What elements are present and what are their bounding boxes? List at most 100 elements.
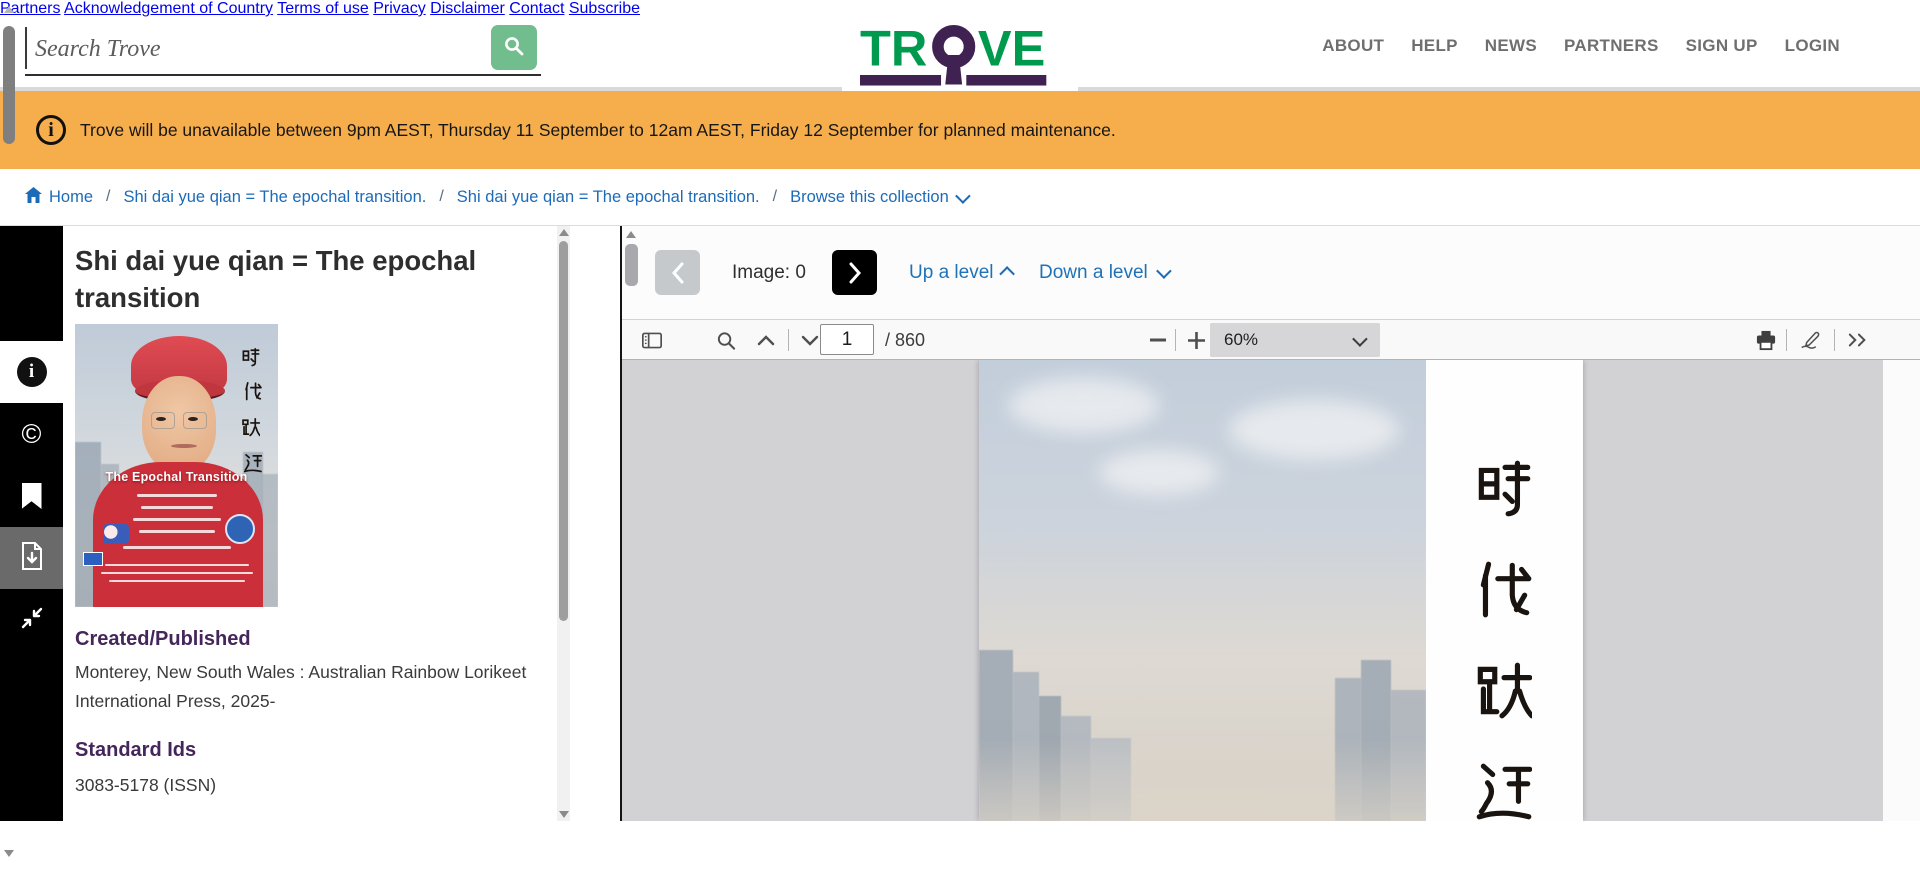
eyebrow bbox=[980, 360, 1425, 379]
eyebrow bbox=[980, 360, 1425, 379]
print-button[interactable] bbox=[1750, 324, 1782, 356]
footer-subscribe[interactable]: Subscribe bbox=[569, 0, 640, 17]
breadcrumb-separator: / bbox=[773, 188, 777, 206]
chevron-down-icon bbox=[1352, 331, 1368, 347]
scroll-down-arrow-icon[interactable] bbox=[4, 850, 14, 857]
breadcrumb-browse-collection[interactable]: Browse this collection bbox=[790, 188, 967, 207]
copyright-button[interactable]: © bbox=[0, 403, 63, 465]
scroll-up-arrow-icon[interactable] bbox=[559, 229, 569, 236]
footer-terms[interactable]: Terms of use bbox=[277, 0, 369, 17]
standard-ids-heading: Standard Ids bbox=[75, 739, 196, 762]
breadcrumb-item-1[interactable]: Shi dai yue qian = The epochal transitio… bbox=[123, 188, 426, 207]
information-tab-button[interactable]: i bbox=[0, 341, 63, 403]
footer-contact[interactable]: Contact bbox=[509, 0, 564, 17]
next-image-button[interactable] bbox=[832, 250, 877, 295]
bookmark-icon bbox=[22, 483, 42, 509]
footer-acknowledgement[interactable]: Acknowledgement of Country bbox=[64, 0, 273, 17]
trove-logo-graphic: TR VE bbox=[860, 21, 1060, 89]
standard-id-other: ISSN/NNS0005 (Other) bbox=[75, 814, 257, 821]
thumbnail-cover-title: The Epochal Transition bbox=[75, 470, 278, 484]
logo-letters-tr: TR bbox=[860, 21, 927, 77]
chevron-up-icon bbox=[757, 335, 775, 346]
pdf-toolbar: / 860 60% bbox=[622, 319, 1920, 360]
toolbar-separator bbox=[1175, 329, 1176, 351]
cover-photo bbox=[979, 360, 1426, 821]
breadcrumb-item-2[interactable]: Shi dai yue qian = The epochal transitio… bbox=[457, 188, 760, 207]
calligraphy-character bbox=[1474, 455, 1532, 521]
viewer-scrollbar-thumb[interactable] bbox=[625, 244, 638, 286]
more-tools-button[interactable] bbox=[1842, 324, 1874, 356]
find-in-document-button[interactable] bbox=[710, 324, 742, 356]
panel-scrollbar[interactable] bbox=[557, 226, 570, 821]
footer-privacy[interactable]: Privacy bbox=[373, 0, 425, 17]
bookmark-button[interactable] bbox=[0, 465, 63, 527]
trove-logo[interactable]: TR VE bbox=[842, 0, 1078, 91]
search-input[interactable] bbox=[33, 28, 457, 70]
paw-logo bbox=[103, 524, 129, 544]
search-icon bbox=[716, 330, 736, 351]
round-emblem bbox=[225, 514, 255, 544]
calligraphy-character bbox=[243, 380, 262, 402]
main-content: i © Shi d bbox=[0, 225, 1920, 820]
page-total: / 860 bbox=[885, 320, 925, 360]
home-icon bbox=[25, 187, 42, 208]
logo-underline-right bbox=[966, 75, 1046, 86]
chevron-right-icon bbox=[847, 262, 863, 284]
collapse-button[interactable] bbox=[0, 589, 63, 651]
viewer-navigation: Image: 0 Up a level Down a level bbox=[622, 226, 1920, 319]
chevron-down-icon bbox=[801, 335, 819, 346]
info-icon: i bbox=[36, 115, 66, 145]
created-published-text: Monterey, New South Wales : Australian R… bbox=[75, 658, 555, 716]
zoom-out-button[interactable] bbox=[1142, 324, 1174, 356]
nav-login[interactable]: LOGIN bbox=[1785, 36, 1840, 56]
maintenance-banner: i Trove will be unavailable between 9pm … bbox=[0, 91, 1920, 169]
zoom-in-button[interactable] bbox=[1180, 324, 1212, 356]
image-counter: Image: 0 bbox=[732, 250, 806, 295]
browser-scrollbar-thumb[interactable] bbox=[3, 26, 15, 144]
work-details-panel: Shi dai yue qian = The epochal transitio… bbox=[63, 226, 620, 821]
double-chevron-right-icon bbox=[1848, 332, 1868, 348]
print-icon bbox=[1756, 330, 1776, 351]
image-viewer: Image: 0 Up a level Down a level bbox=[620, 226, 1920, 821]
scroll-up-arrow-icon[interactable] bbox=[4, 6, 14, 13]
previous-image-button[interactable] bbox=[655, 250, 700, 295]
calligraphy-character bbox=[241, 346, 260, 368]
page-image bbox=[979, 360, 1583, 821]
down-a-level-label: Down a level bbox=[1039, 262, 1148, 284]
sidebar-toggle-button[interactable] bbox=[636, 324, 668, 356]
toolbar-separator bbox=[1786, 329, 1787, 351]
page-number-input[interactable] bbox=[820, 324, 874, 355]
minus-icon bbox=[1150, 338, 1166, 342]
nav-help[interactable]: HELP bbox=[1411, 36, 1458, 56]
nav-news[interactable]: NEWS bbox=[1485, 36, 1537, 56]
panel-scrollbar-thumb[interactable] bbox=[559, 241, 568, 621]
calligraphy-strip bbox=[1426, 360, 1583, 821]
chevron-left-icon bbox=[670, 262, 686, 284]
scroll-up-arrow-icon[interactable] bbox=[626, 231, 636, 238]
nav-about[interactable]: ABOUT bbox=[1322, 36, 1384, 56]
flag-logo bbox=[83, 552, 103, 566]
search-button[interactable] bbox=[491, 25, 537, 70]
work-title: Shi dai yue qian = The epochal transitio… bbox=[75, 242, 505, 316]
download-button[interactable] bbox=[0, 527, 63, 589]
browse-collection-label: Browse this collection bbox=[790, 188, 949, 207]
standard-id-issn: 3083-5178 (ISSN) bbox=[75, 771, 216, 800]
copyright-icon: © bbox=[22, 421, 42, 448]
info-icon: i bbox=[17, 357, 47, 387]
footer-disclaimer[interactable]: Disclaimer bbox=[430, 0, 505, 17]
down-a-level-link[interactable]: Down a level bbox=[1039, 250, 1168, 295]
zoom-level-select[interactable]: 60% bbox=[1210, 323, 1380, 357]
nav-partners[interactable]: PARTNERS bbox=[1564, 36, 1659, 56]
annotate-button[interactable] bbox=[1794, 324, 1826, 356]
previous-page-button[interactable] bbox=[750, 324, 782, 356]
nav-signup[interactable]: SIGN UP bbox=[1686, 36, 1758, 56]
breadcrumb-home-label: Home bbox=[49, 188, 93, 207]
breadcrumb-home[interactable]: Home bbox=[25, 187, 93, 208]
chevron-down-icon bbox=[1156, 263, 1172, 279]
chevron-down-icon bbox=[955, 188, 971, 204]
work-thumbnail: The Epochal Transition bbox=[75, 324, 278, 607]
tool-rail: i © bbox=[0, 226, 63, 821]
viewer-canvas bbox=[622, 360, 1883, 821]
scroll-down-arrow-icon[interactable] bbox=[559, 811, 569, 818]
up-a-level-link[interactable]: Up a level bbox=[909, 250, 1014, 295]
